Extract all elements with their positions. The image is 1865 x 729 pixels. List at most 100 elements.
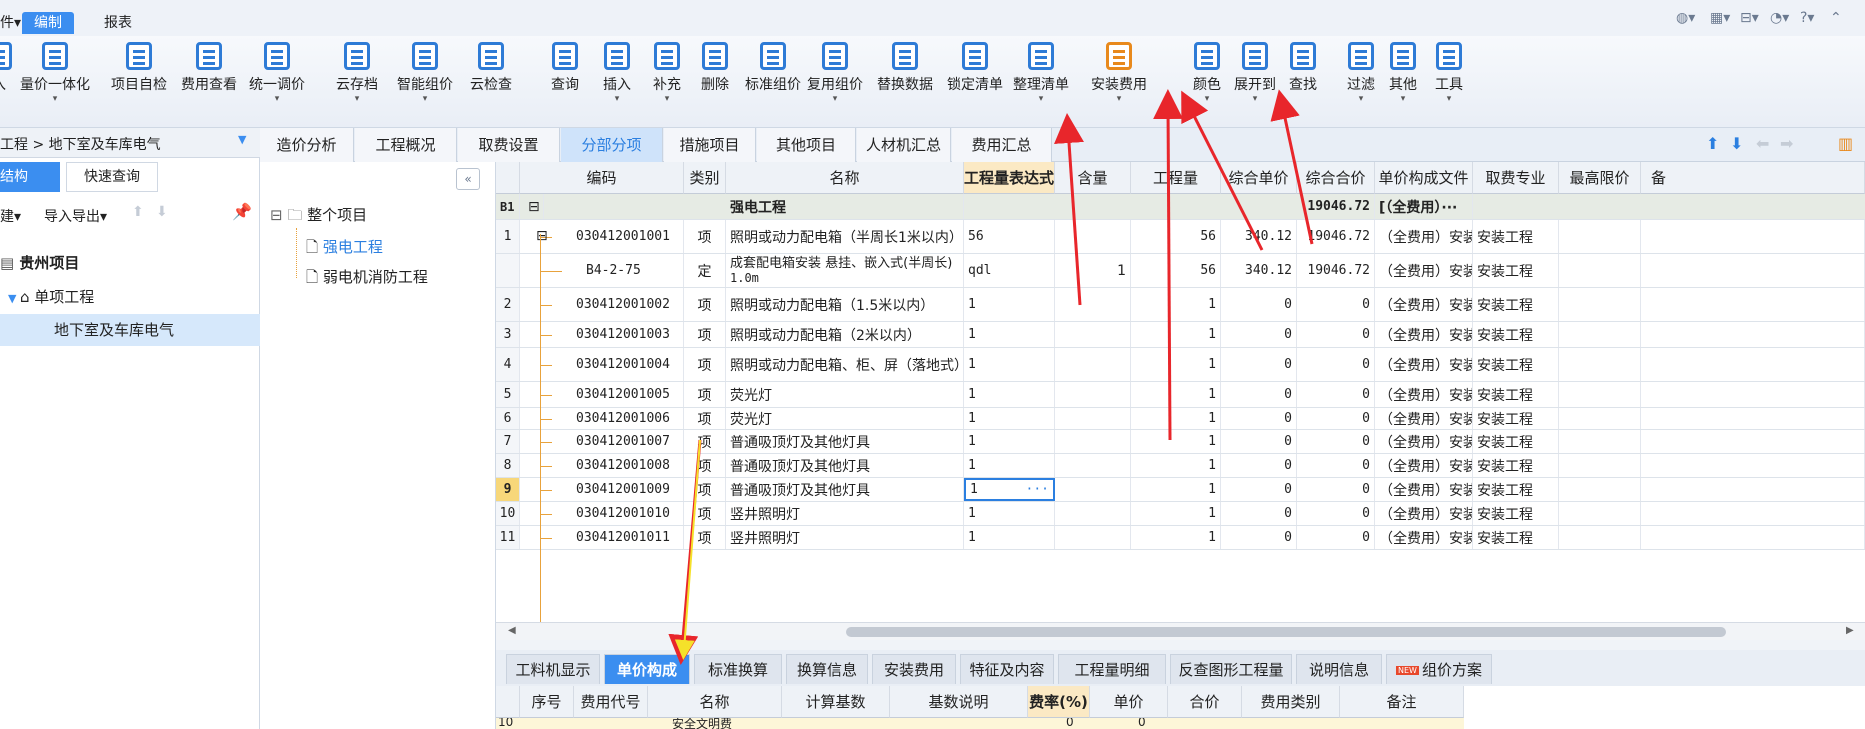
cell-limit[interactable] [1559, 220, 1641, 253]
tab-4[interactable]: 措施项目 [664, 128, 756, 162]
group-row[interactable]: B1 ⊟ 强电工程 19046.72 [（全费用）··· [496, 194, 1865, 220]
ellipsis-icon[interactable]: ··· [1026, 482, 1049, 497]
cell-qty[interactable]: 1 [1131, 348, 1221, 381]
bottom-column-header-3[interactable]: 计算基数 [782, 686, 890, 718]
cell-qty[interactable]: 1 [1131, 430, 1221, 453]
cell-extra[interactable] [1641, 322, 1865, 347]
cell-limit[interactable] [1559, 348, 1641, 381]
ribbon-button-project-check[interactable]: 项目自检 [102, 42, 176, 94]
cell-extra[interactable] [1641, 348, 1865, 381]
ribbon-button-lock-list[interactable]: 锁定清单 [938, 42, 1012, 94]
tab-2[interactable]: 取费设置 [458, 128, 560, 162]
cell-type[interactable]: 项 [684, 288, 726, 321]
cell-price[interactable]: 340.12 [1221, 254, 1297, 287]
cell-total[interactable]: 0 [1297, 322, 1375, 347]
collapse-ribbon-icon[interactable]: ⌃ [1830, 10, 1842, 26]
grid-layout-icon[interactable]: ▦▾ [1710, 10, 1730, 26]
cell-price[interactable]: 0 [1221, 526, 1297, 549]
cell-price[interactable]: 0 [1221, 408, 1297, 429]
cell-idx[interactable]: 10 [496, 502, 520, 525]
question-icon[interactable]: ?▾ [1800, 10, 1814, 26]
cell-qty[interactable]: 1 [1131, 478, 1221, 501]
column-header-file[interactable]: 单价构成文件 [1375, 162, 1473, 194]
cell-content[interactable] [1055, 430, 1131, 453]
column-header-price[interactable]: 综合单价 [1221, 162, 1297, 194]
settings-bars-icon[interactable]: ▥ [1838, 134, 1853, 153]
table-row[interactable]: 8 030412001008 项普通吸顶灯及其他灯具 1 1 0 0 （全费用）安装 安装工程 [496, 454, 1865, 478]
cell-expr[interactable]: 1 [964, 288, 1055, 321]
table-row[interactable]: 9 030412001009 项普通吸顶灯及其他灯具 1 ··· 1 0 0 （全费用）安装安… [496, 478, 1865, 502]
cell-total[interactable]: 0 [1297, 382, 1375, 407]
bottom-column-header-9[interactable]: 备注 [1340, 686, 1464, 718]
cell-major[interactable]: 安装工程 [1473, 254, 1559, 287]
cell-qty[interactable]: 1 [1131, 526, 1221, 549]
collapse-box-icon[interactable]: ⊟ [524, 194, 544, 219]
cell-idx[interactable]: 8 [496, 454, 520, 477]
cell-idx[interactable]: 4 [496, 348, 520, 381]
bottom-column-header-0[interactable]: 序号 [520, 686, 574, 718]
cell-price[interactable]: 340.12 [1221, 220, 1297, 253]
column-header-content[interactable]: 含量 [1055, 162, 1131, 194]
ribbon-button-fee-view[interactable]: 费用查看 [172, 42, 246, 94]
tab-5[interactable]: 其他项目 [757, 128, 856, 162]
cell-content[interactable] [1055, 220, 1131, 253]
cell-idx[interactable]: 2 [496, 288, 520, 321]
column-header-extra[interactable]: 备 [1641, 162, 1865, 194]
cell-major[interactable]: 安装工程 [1473, 430, 1559, 453]
cell-limit[interactable] [1559, 382, 1641, 407]
cell-expr[interactable]: qdl [964, 254, 1055, 287]
cell-limit[interactable] [1559, 430, 1641, 453]
arrow-down-icon[interactable]: ⬇ [1730, 134, 1743, 153]
cell-price[interactable]: 0 [1221, 502, 1297, 525]
cell-total[interactable]: 0 [1297, 430, 1375, 453]
cell-qty[interactable]: 56 [1131, 220, 1221, 253]
cell-content[interactable] [1055, 502, 1131, 525]
cell-major[interactable]: 安装工程 [1473, 288, 1559, 321]
cell-price[interactable]: 0 [1221, 454, 1297, 477]
detail-tab-5[interactable]: 特征及内容 [960, 654, 1054, 684]
detail-tab-3[interactable]: 换算信息 [786, 654, 868, 684]
tree-root[interactable]: ▤ 贵州项目 [0, 252, 79, 273]
cell-name[interactable]: 照明或动力配电箱（1.5米以内） [726, 288, 964, 321]
collapse-pane-button[interactable]: « [456, 168, 480, 190]
support-icon[interactable]: ◔▾ [1770, 10, 1789, 26]
cell-name[interactable]: 竖井照明灯 [726, 502, 964, 525]
cell-expr[interactable]: 56 [964, 220, 1055, 253]
cell-expr[interactable]: 1 [964, 348, 1055, 381]
table-row[interactable]: 6 030412001006 项荧光灯 1 1 0 0 （全费用）安装 安装工程 [496, 408, 1865, 430]
tab-quick-query[interactable]: 快速查询 [66, 162, 158, 192]
cell-expr[interactable]: 1 [964, 502, 1055, 525]
cell-name[interactable]: 竖井照明灯 [726, 526, 964, 549]
group-total[interactable]: 19046.72 [1297, 194, 1375, 219]
cell-content[interactable] [1055, 408, 1131, 429]
cell-file[interactable]: （全费用）安装 [1375, 502, 1473, 525]
cell-content[interactable] [1055, 382, 1131, 407]
cell-file[interactable]: （全费用）安装 [1375, 254, 1473, 287]
detail-tab-2[interactable]: 标准换算 [694, 654, 782, 684]
ribbon-button-install-fee[interactable]: 安装费用 ▾ [1082, 42, 1156, 104]
ribbon-button-smart-price[interactable]: 智能组价 ▾ [388, 42, 462, 104]
cell-major[interactable]: 安装工程 [1473, 220, 1559, 253]
cell-limit[interactable] [1559, 322, 1641, 347]
column-header-name[interactable]: 名称 [726, 162, 964, 194]
table-row[interactable]: 1 030412001001 项照明或动力配电箱（半周长1米以内） 56 56 340.1… [496, 220, 1865, 254]
group-name[interactable]: 强电工程 [726, 194, 964, 219]
cell-type[interactable]: 项 [684, 454, 726, 477]
cell-qty[interactable]: 1 [1131, 408, 1221, 429]
tree-single-project[interactable]: ▼ ⌂ 单项工程 [8, 286, 94, 307]
cell-expr[interactable]: 1 [964, 430, 1055, 453]
cell-price[interactable]: 0 [1221, 288, 1297, 321]
detail-tab-1[interactable]: 单价构成 [604, 654, 690, 684]
cell-major[interactable]: 安装工程 [1473, 454, 1559, 477]
cell-major[interactable]: 安装工程 [1473, 478, 1559, 501]
column-header-expr[interactable]: 工程量表达式 [964, 162, 1055, 194]
cell-qty[interactable]: 1 [1131, 454, 1221, 477]
cell-idx[interactable]: 9 [496, 478, 520, 501]
bottom-column-header-5[interactable]: 费率(%) [1028, 686, 1090, 718]
cell-total[interactable]: 0 [1297, 526, 1375, 549]
cell-content[interactable] [1055, 322, 1131, 347]
ribbon-button-price-adjust[interactable]: 统一调价 ▾ [240, 42, 314, 104]
cell-type[interactable]: 项 [684, 526, 726, 549]
detail-tab-6[interactable]: 工程量明细 [1058, 654, 1166, 684]
cell-name[interactable]: 普通吸顶灯及其他灯具 [726, 478, 964, 501]
